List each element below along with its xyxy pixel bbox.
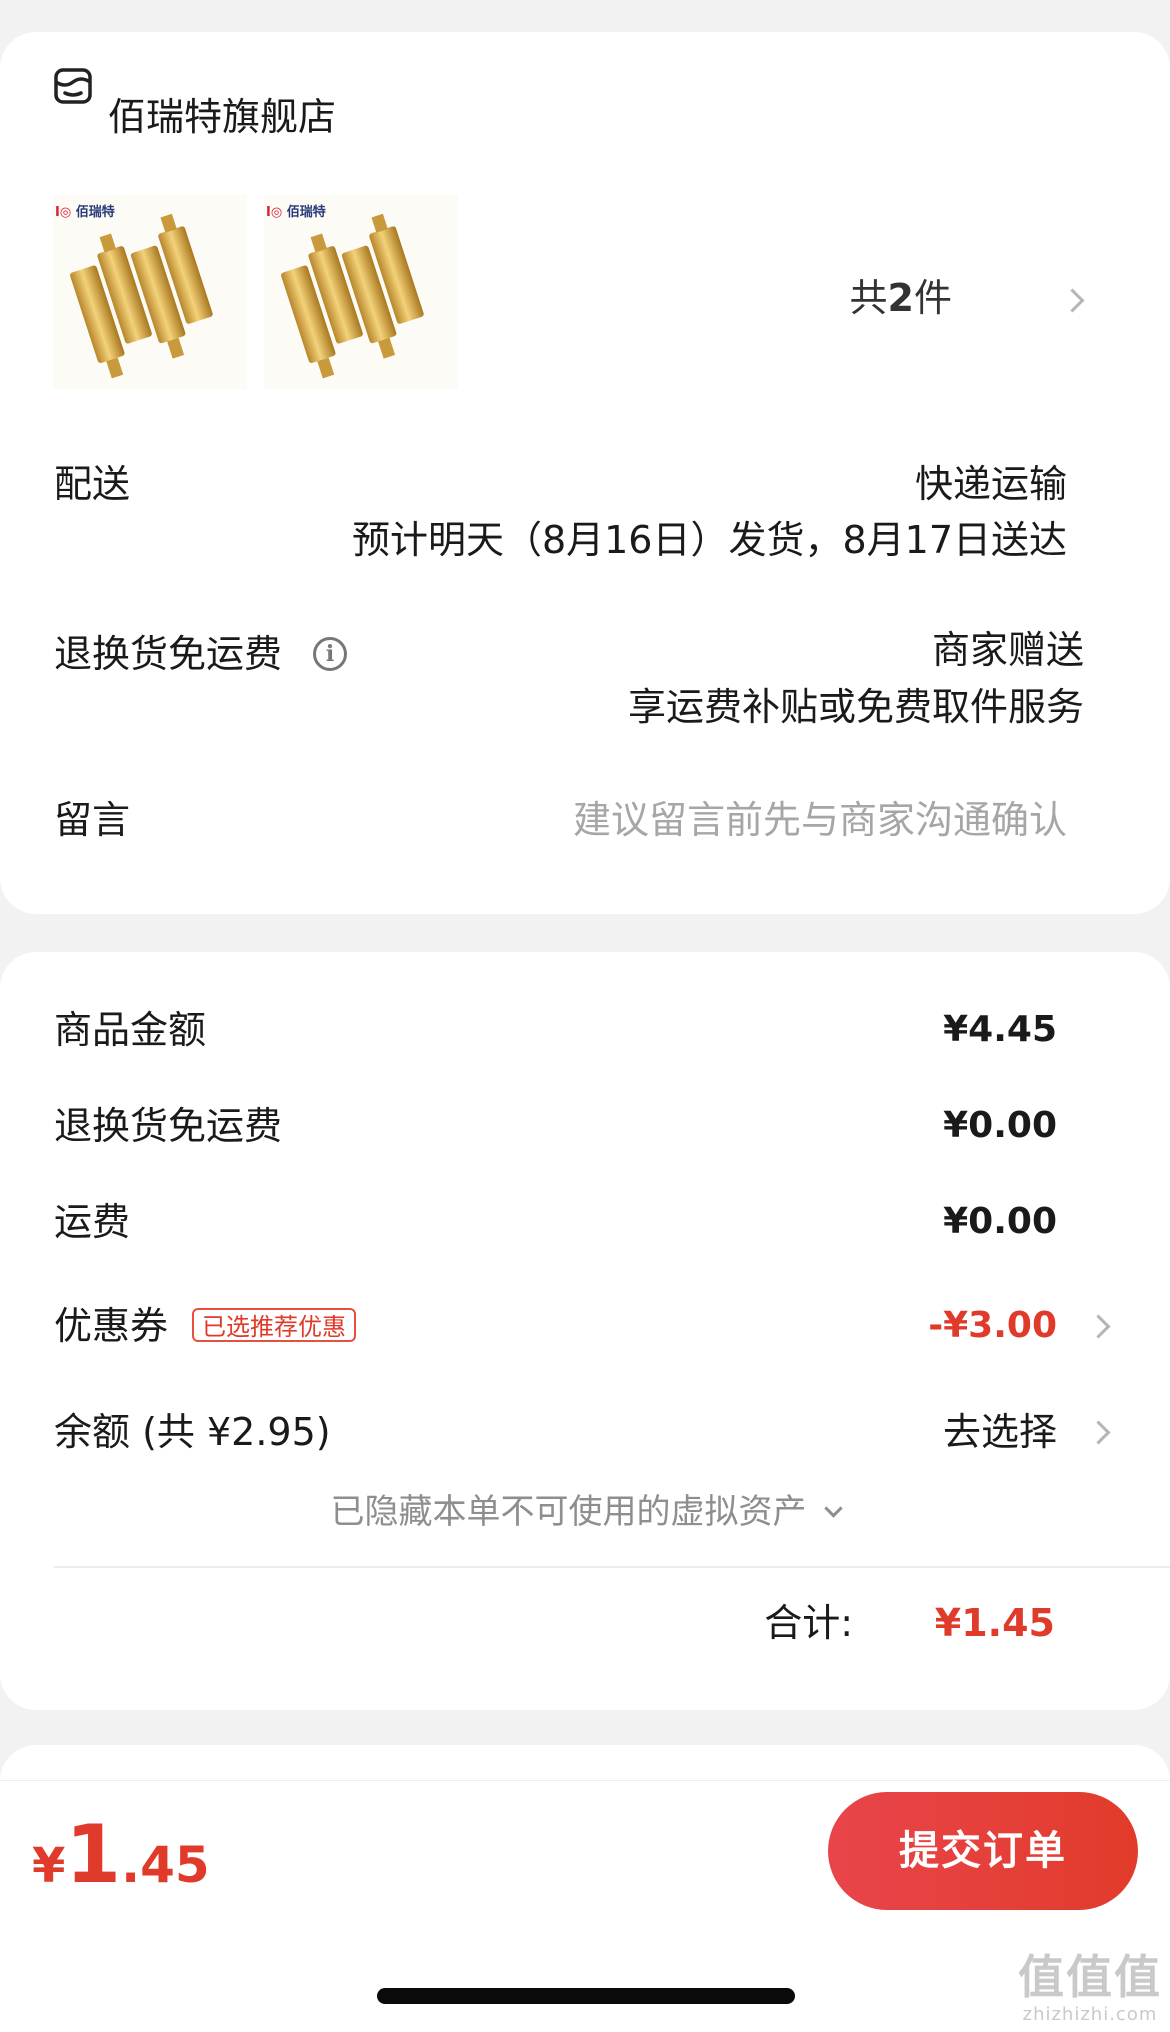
home-indicator xyxy=(377,1988,795,2004)
delivery-method: 快递运输 xyxy=(914,462,1067,506)
return-fee-value: ¥0.00 xyxy=(943,1105,1057,1146)
goods-amount-label: 商品金额 xyxy=(54,1008,207,1052)
message-label: 留言 xyxy=(54,798,131,842)
return-shipping-label: 退换货免运费 xyxy=(54,632,283,676)
payable-price: ¥1.45 xyxy=(32,1808,210,1901)
total-value: ¥1.45 xyxy=(934,1601,1055,1645)
return-shipping-value: 商家赠送 xyxy=(931,628,1084,672)
product-image[interactable]: I◎ 佰瑞特 xyxy=(53,195,247,389)
hidden-assets-toggle[interactable]: 已隐藏本单不可使用的虚拟资产 xyxy=(0,1489,1170,1535)
shop-icon xyxy=(54,68,92,104)
shipping-fee-label: 运费 xyxy=(54,1200,131,1244)
info-icon[interactable]: i xyxy=(313,637,347,671)
coupon-badge: 已选推荐优惠 xyxy=(192,1308,356,1342)
total-label: 合计: xyxy=(764,1601,853,1645)
brand-logo: I◎ 佰瑞特 xyxy=(55,205,115,220)
delivery-label: 配送 xyxy=(54,462,131,506)
return-fee-label: 退换货免运费 xyxy=(54,1104,283,1148)
delivery-estimate: 预计明天（8月16日）发货，8月17日送达 xyxy=(351,518,1067,562)
goods-amount-value: ¥4.45 xyxy=(943,1009,1057,1050)
coupon-label: 优惠券 xyxy=(54,1304,169,1348)
submit-order-button[interactable]: 提交订单 xyxy=(828,1792,1138,1910)
brand-logo: I◎ 佰瑞特 xyxy=(266,205,326,220)
balance-select-button[interactable]: 去选择 xyxy=(943,1408,1057,1456)
return-shipping-detail: 享运费补贴或免费取件服务 xyxy=(627,685,1084,729)
chevron-down-icon xyxy=(823,1499,843,1518)
coupon-value[interactable]: -¥3.00 xyxy=(928,1302,1057,1350)
brass-standoff-illustration xyxy=(281,213,424,379)
item-count[interactable]: 共2件 xyxy=(850,274,952,322)
divider xyxy=(54,1566,1170,1568)
watermark: 值值值 zhizhizhi.com xyxy=(1018,1950,1162,2025)
message-input[interactable]: 建议留言前先与商家沟通确认 xyxy=(573,796,1067,844)
balance-label: 余额 (共 ¥2.95) xyxy=(54,1410,331,1454)
shop-name[interactable]: 佰瑞特旗舰店 xyxy=(108,93,336,141)
shipping-fee-value: ¥0.00 xyxy=(943,1201,1057,1242)
product-image[interactable]: I◎ 佰瑞特 xyxy=(264,195,458,389)
brass-standoff-illustration xyxy=(70,213,213,379)
